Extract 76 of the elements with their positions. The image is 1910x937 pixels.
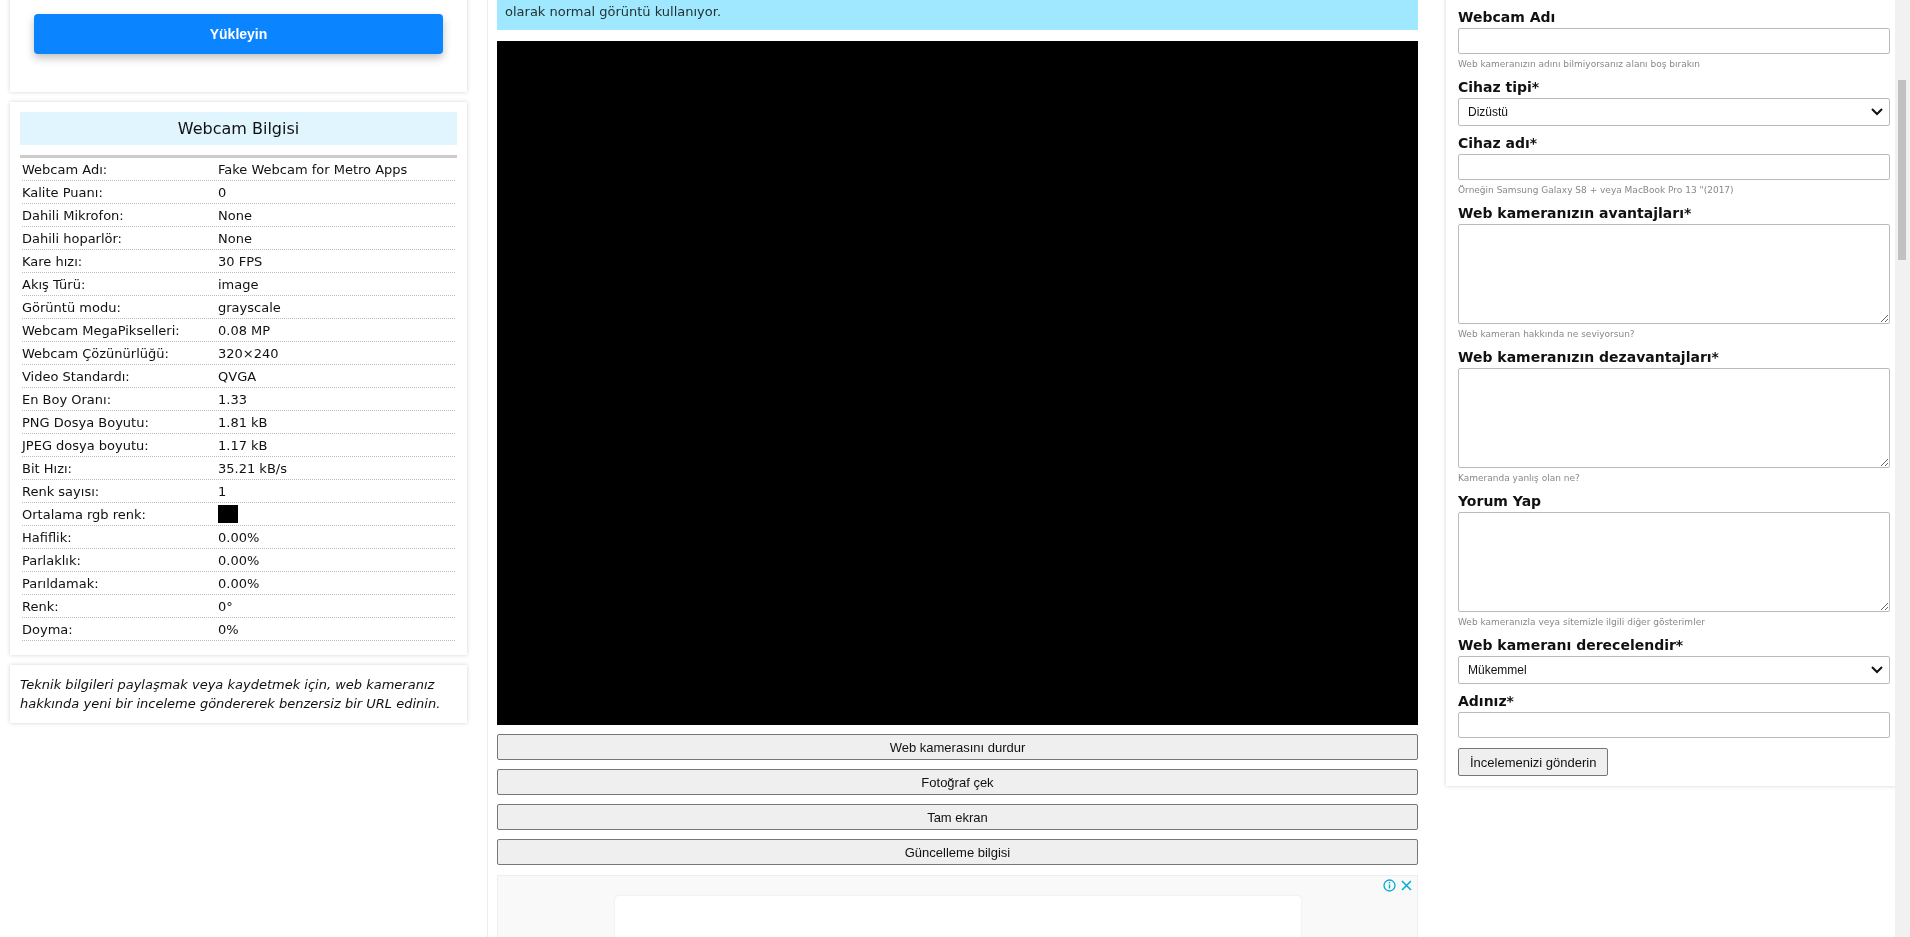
row-value: 0.00% (218, 575, 261, 591)
row-value: 0.00% (218, 552, 261, 568)
dropdown[interactable]: Dizüstü (1458, 98, 1890, 126)
row-label: Kalite Puanı: (22, 184, 104, 200)
row-value: 1 (218, 483, 228, 499)
row-label: Parlaklık: (22, 552, 82, 568)
field-label: Cihaz adı* (1458, 134, 1539, 152)
row-value: 0 (218, 184, 228, 200)
row-label: PNG Dosya Boyutu: (22, 414, 150, 430)
dropdown[interactable]: Mükemmel (1458, 656, 1890, 684)
row-value: 0.00% (218, 529, 261, 545)
row-label: Görüntü modu: (22, 299, 122, 315)
field-label: Web kameranızın dezavantajları* (1458, 348, 1720, 366)
row-label: Parıldamak: (22, 575, 100, 591)
chevron-down-icon (1871, 108, 1883, 116)
field-label: Web kameranı derecelendir* (1458, 636, 1685, 654)
row-label: En Boy Oranı: (22, 391, 113, 407)
notice-banner: olarak normal görüntü kullanıyor. (497, 0, 1418, 30)
field-label: Yorum Yap (1458, 492, 1543, 510)
row-label: Webcam Adı: (22, 161, 109, 177)
row-value: 30 FPS (218, 253, 264, 269)
row-label: Hafiflik: (22, 529, 73, 545)
row-label: Doyma: (22, 621, 74, 637)
control-button[interactable]: Tam ekran (497, 804, 1418, 830)
row-label: Ortalama rgb renk: (22, 506, 147, 522)
row-label: Video Standardı: (22, 368, 131, 384)
row-value: None (218, 207, 253, 223)
row-label: Renk: (22, 598, 60, 614)
row-value: 320×240 (218, 345, 280, 361)
field-hint: Kameranda yanlış olan ne? (1458, 472, 1581, 484)
row-value: Fake Webcam for Metro Apps (218, 161, 409, 177)
close-icon[interactable] (1400, 879, 1413, 892)
text-area[interactable] (1458, 368, 1890, 468)
row-value: 0% (218, 621, 240, 637)
control-button[interactable]: Web kamerasını durdur (497, 734, 1418, 760)
row-value: 1.33 (218, 391, 248, 407)
row-value: 35.21 kB/s (218, 460, 288, 476)
upload-button[interactable]: Yükleyin (34, 14, 443, 54)
row-label: Dahili Mikrofon: (22, 207, 125, 223)
field-hint: Örneğin Samsung Galaxy S8 + veya MacBook Pro 13 "(2017) (1458, 184, 1735, 196)
row-label: Webcam Çözünürlüğü: (22, 345, 170, 361)
row-value: None (218, 230, 253, 246)
row-value: 0° (218, 598, 234, 614)
scrollbar[interactable] (1895, 0, 1910, 937)
row-value: 1.17 kB (218, 437, 269, 453)
row-label: Renk sayısı: (22, 483, 101, 499)
control-button[interactable]: Güncelleme bilgisi (497, 839, 1418, 865)
control-button[interactable]: Fotoğraf çek (497, 769, 1418, 795)
submit-button[interactable]: İncelemenizi gönderin (1458, 748, 1609, 776)
text-field[interactable] (1458, 154, 1890, 180)
chevron-down-icon (1871, 666, 1883, 674)
field-label: Adınız* (1458, 692, 1515, 710)
row-label: Webcam MegaPikselleri: (22, 322, 181, 338)
row-value: 1.81 kB (218, 414, 269, 430)
info-note: Teknik bilgileri paylaşmak veya kaydetmek için, web kameranız hakkında yeni bir inceleme göndererek benzersiz bir URL edinin. (10, 665, 467, 723)
field-label: Webcam Adı (1458, 8, 1557, 26)
field-label: Web kameranızın avantajları* (1458, 204, 1693, 222)
row-label: JPEG dosya boyutu: (22, 437, 150, 453)
info-icon[interactable] (1383, 879, 1396, 892)
field-hint: Web kameranızla veya sitemizle ilgili diğer gösterimler (1458, 616, 1706, 628)
field-hint: Web kameranızın adını bilmiyorsanız alanı boş bırakın (1458, 58, 1702, 70)
text-area[interactable] (1458, 512, 1890, 612)
row-value: QVGA (218, 368, 258, 384)
row-label: Bit Hızı: (22, 460, 73, 476)
row-value: grayscale (218, 299, 282, 315)
text-field[interactable] (1458, 712, 1890, 738)
field-label: Cihaz tipi* (1458, 78, 1541, 96)
row-value: image (218, 276, 260, 292)
row-label: Kare hızı: (22, 253, 84, 269)
field-hint: Web kameran hakkında ne seviyorsun? (1458, 328, 1636, 340)
text-area[interactable] (1458, 224, 1890, 324)
row-value: 0.08 MP (218, 322, 272, 338)
row-label: Dahili hoparlör: (22, 230, 123, 246)
text-field[interactable] (1458, 28, 1890, 54)
row-label: Akış Türü: (22, 276, 87, 292)
info-title: Webcam Bilgisi (20, 112, 457, 145)
